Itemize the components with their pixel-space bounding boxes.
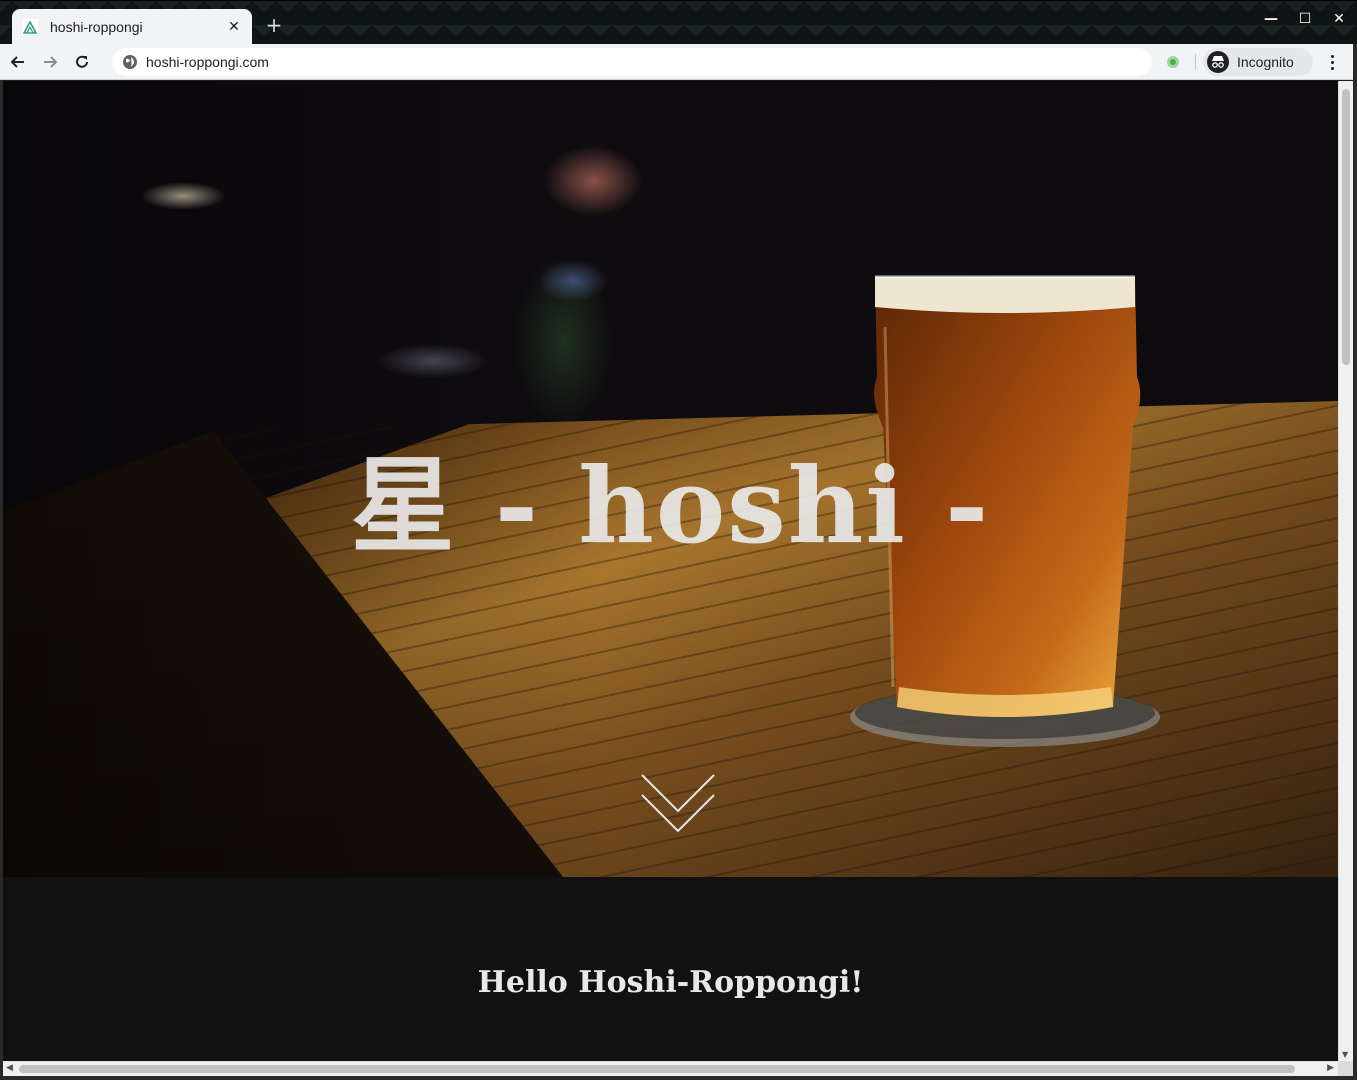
kebab-menu-icon[interactable] <box>1322 50 1342 74</box>
window-frame-right <box>1353 44 1357 1080</box>
incognito-indicator[interactable]: Incognito <box>1203 48 1313 76</box>
page-viewport: 星 - hoshi - Hello Hoshi-Roppongi! <box>3 81 1338 1061</box>
scroll-left-arrow-icon[interactable]: ◀ <box>6 1063 13 1073</box>
incognito-label: Incognito <box>1237 54 1294 70</box>
toolbar-divider <box>1195 54 1196 70</box>
hero-title: 星 - hoshi - <box>350 444 991 567</box>
favicon-icon <box>22 19 38 35</box>
browser-tab[interactable]: hoshi-roppongi ✕ <box>12 9 252 45</box>
horizontal-scrollbar[interactable]: ◀ ▶ <box>3 1061 1338 1076</box>
window-controls: — ☐ ✕ <box>1263 11 1347 27</box>
url-text: hoshi-roppongi.com <box>146 54 269 70</box>
globe-icon <box>123 55 137 69</box>
back-arrow-icon <box>10 55 24 68</box>
reload-button[interactable] <box>68 48 96 76</box>
maximize-button[interactable]: ☐ <box>1297 11 1313 27</box>
incognito-icon <box>1207 51 1229 73</box>
forward-arrow-icon <box>44 55 58 68</box>
tab-title: hoshi-roppongi <box>50 19 143 35</box>
horizontal-scrollbar-thumb[interactable] <box>19 1065 1295 1073</box>
close-icon[interactable]: ✕ <box>226 19 242 35</box>
window-frame-bottom <box>0 1076 1357 1080</box>
vertical-scrollbar[interactable]: ▼ <box>1338 81 1353 1061</box>
extension-icon[interactable] <box>1164 53 1182 71</box>
forward-button[interactable] <box>36 48 64 76</box>
browser-titlebar: hoshi-roppongi ✕ + — ☐ ✕ <box>0 0 1357 45</box>
scroll-right-arrow-icon[interactable]: ▶ <box>1327 1063 1334 1073</box>
greeting-heading: Hello Hoshi-Roppongi! <box>477 965 864 1000</box>
vertical-scrollbar-thumb[interactable] <box>1342 89 1350 365</box>
address-bar[interactable]: hoshi-roppongi.com <box>112 48 1152 76</box>
browser-toolbar: hoshi-roppongi.com Incognito <box>0 44 1357 80</box>
window-frame-left <box>0 80 3 1080</box>
minimize-button[interactable]: — <box>1263 11 1279 27</box>
close-window-button[interactable]: ✕ <box>1331 11 1347 27</box>
hero-section: 星 - hoshi - <box>3 81 1338 877</box>
chevron-down-icon[interactable] <box>640 771 716 837</box>
plus-icon[interactable]: + <box>262 13 286 37</box>
scroll-down-arrow-icon[interactable]: ▼ <box>1342 1050 1348 1059</box>
scrollbar-corner <box>1338 1061 1353 1076</box>
reload-icon <box>76 55 88 68</box>
back-button[interactable] <box>4 48 32 76</box>
